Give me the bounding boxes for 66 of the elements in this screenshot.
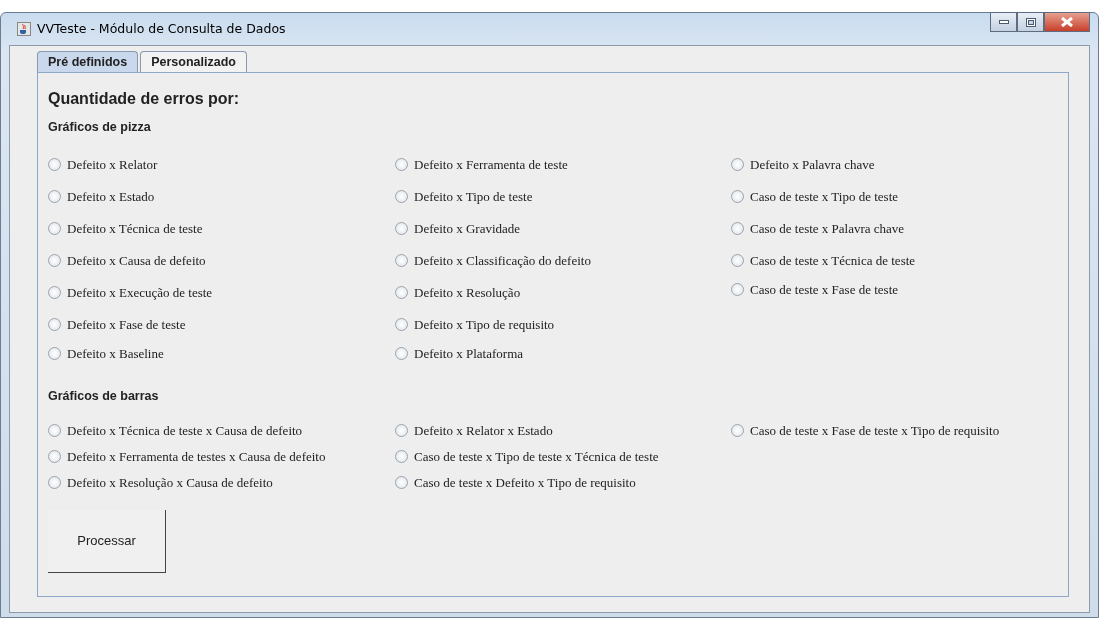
radio-button[interactable] xyxy=(395,318,408,332)
radio-label[interactable]: Caso de teste x Fase de teste xyxy=(750,280,898,300)
radio-button[interactable] xyxy=(48,158,61,172)
radio-button[interactable] xyxy=(395,424,408,437)
radio-label[interactable]: Defeito x Relator xyxy=(67,155,158,175)
heading: Quantidade de erros por: xyxy=(48,89,241,109)
radio-button[interactable] xyxy=(48,190,61,204)
radio-button[interactable] xyxy=(48,222,61,236)
radio-label[interactable]: Defeito x Causa de defeito xyxy=(67,251,206,271)
close-icon xyxy=(1061,17,1073,27)
radio-label[interactable]: Defeito x Fase de teste xyxy=(67,315,186,335)
radio-label[interactable]: Defeito x Técnica de teste x Causa de defeito xyxy=(67,420,303,441)
radio-label[interactable]: Defeito x Relator x Estado xyxy=(414,420,553,441)
minimize-icon xyxy=(998,20,1009,24)
radio-button[interactable] xyxy=(48,254,61,268)
radio-label[interactable]: Caso de teste x Tipo de teste x Técnica de teste xyxy=(414,446,659,467)
radio-label[interactable]: Defeito x Resolução xyxy=(414,283,521,303)
process-button[interactable]: Processar xyxy=(48,509,166,573)
minimize-button[interactable] xyxy=(990,12,1017,32)
radio-label[interactable]: Defeito x Palavra chave xyxy=(750,155,875,175)
radio-button[interactable] xyxy=(48,347,61,361)
radio-label[interactable]: Caso de teste x Defeito x Tipo de requisito xyxy=(414,472,636,493)
window-title: VVTeste - Módulo de Consulta de Dados xyxy=(37,19,286,38)
radio-button[interactable] xyxy=(48,450,61,463)
close-button[interactable] xyxy=(1044,12,1090,32)
radio-button[interactable] xyxy=(395,476,408,489)
radio-button[interactable] xyxy=(48,318,61,332)
radio-button[interactable] xyxy=(48,286,61,300)
radio-label[interactable]: Caso de teste x Técnica de teste xyxy=(750,251,916,271)
radio-button[interactable] xyxy=(395,158,408,172)
radio-button[interactable] xyxy=(731,158,744,172)
radio-button[interactable] xyxy=(395,286,408,300)
section-title: Gráficos de pizza xyxy=(48,119,152,136)
radio-label[interactable]: Defeito x Classificação do defeito xyxy=(414,251,591,271)
radio-label[interactable]: Defeito x Execução de teste xyxy=(67,283,213,303)
radio-label[interactable]: Defeito x Ferramenta de testes x Causa de defeito xyxy=(67,446,326,467)
radio-label[interactable]: Defeito x Plataforma xyxy=(414,344,523,364)
section-title: Gráficos de barras xyxy=(48,387,160,405)
radio-button[interactable] xyxy=(395,450,408,463)
radio-button[interactable] xyxy=(731,424,744,437)
radio-button[interactable] xyxy=(395,347,408,361)
maximize-icon xyxy=(1025,17,1036,27)
tab[interactable]: Personalizado xyxy=(140,51,247,72)
radio-label[interactable]: Defeito x Técnica de teste xyxy=(67,219,203,239)
radio-label[interactable]: Defeito x Tipo de teste xyxy=(414,187,533,207)
tab[interactable]: Pré definidos xyxy=(37,51,139,72)
radio-label[interactable]: Defeito x Gravidade xyxy=(414,219,521,239)
radio-button[interactable] xyxy=(731,283,744,297)
radio-button[interactable] xyxy=(395,222,408,236)
radio-label[interactable]: Caso de teste x Tipo de teste xyxy=(750,187,899,207)
radio-button[interactable] xyxy=(48,424,61,437)
radio-button[interactable] xyxy=(48,476,61,489)
java-cup-icon xyxy=(17,22,31,36)
radio-label[interactable]: Defeito x Baseline xyxy=(67,344,164,364)
maximize-button[interactable] xyxy=(1017,12,1044,32)
radio-label[interactable]: Caso de teste x Fase de teste x Tipo de requisito xyxy=(750,420,1000,441)
radio-button[interactable] xyxy=(731,190,744,204)
radio-label[interactable]: Defeito x Estado xyxy=(67,187,155,207)
radio-button[interactable] xyxy=(395,254,408,268)
radio-label[interactable]: Defeito x Tipo de requisito xyxy=(414,315,555,335)
radio-label[interactable]: Defeito x Resolução x Causa de defeito xyxy=(67,472,273,493)
radio-button[interactable] xyxy=(731,254,744,268)
radio-button[interactable] xyxy=(731,222,744,236)
radio-button[interactable] xyxy=(395,190,408,204)
radio-label[interactable]: Defeito x Ferramenta de teste xyxy=(414,155,568,175)
radio-label[interactable]: Caso de teste x Palavra chave xyxy=(750,219,905,239)
